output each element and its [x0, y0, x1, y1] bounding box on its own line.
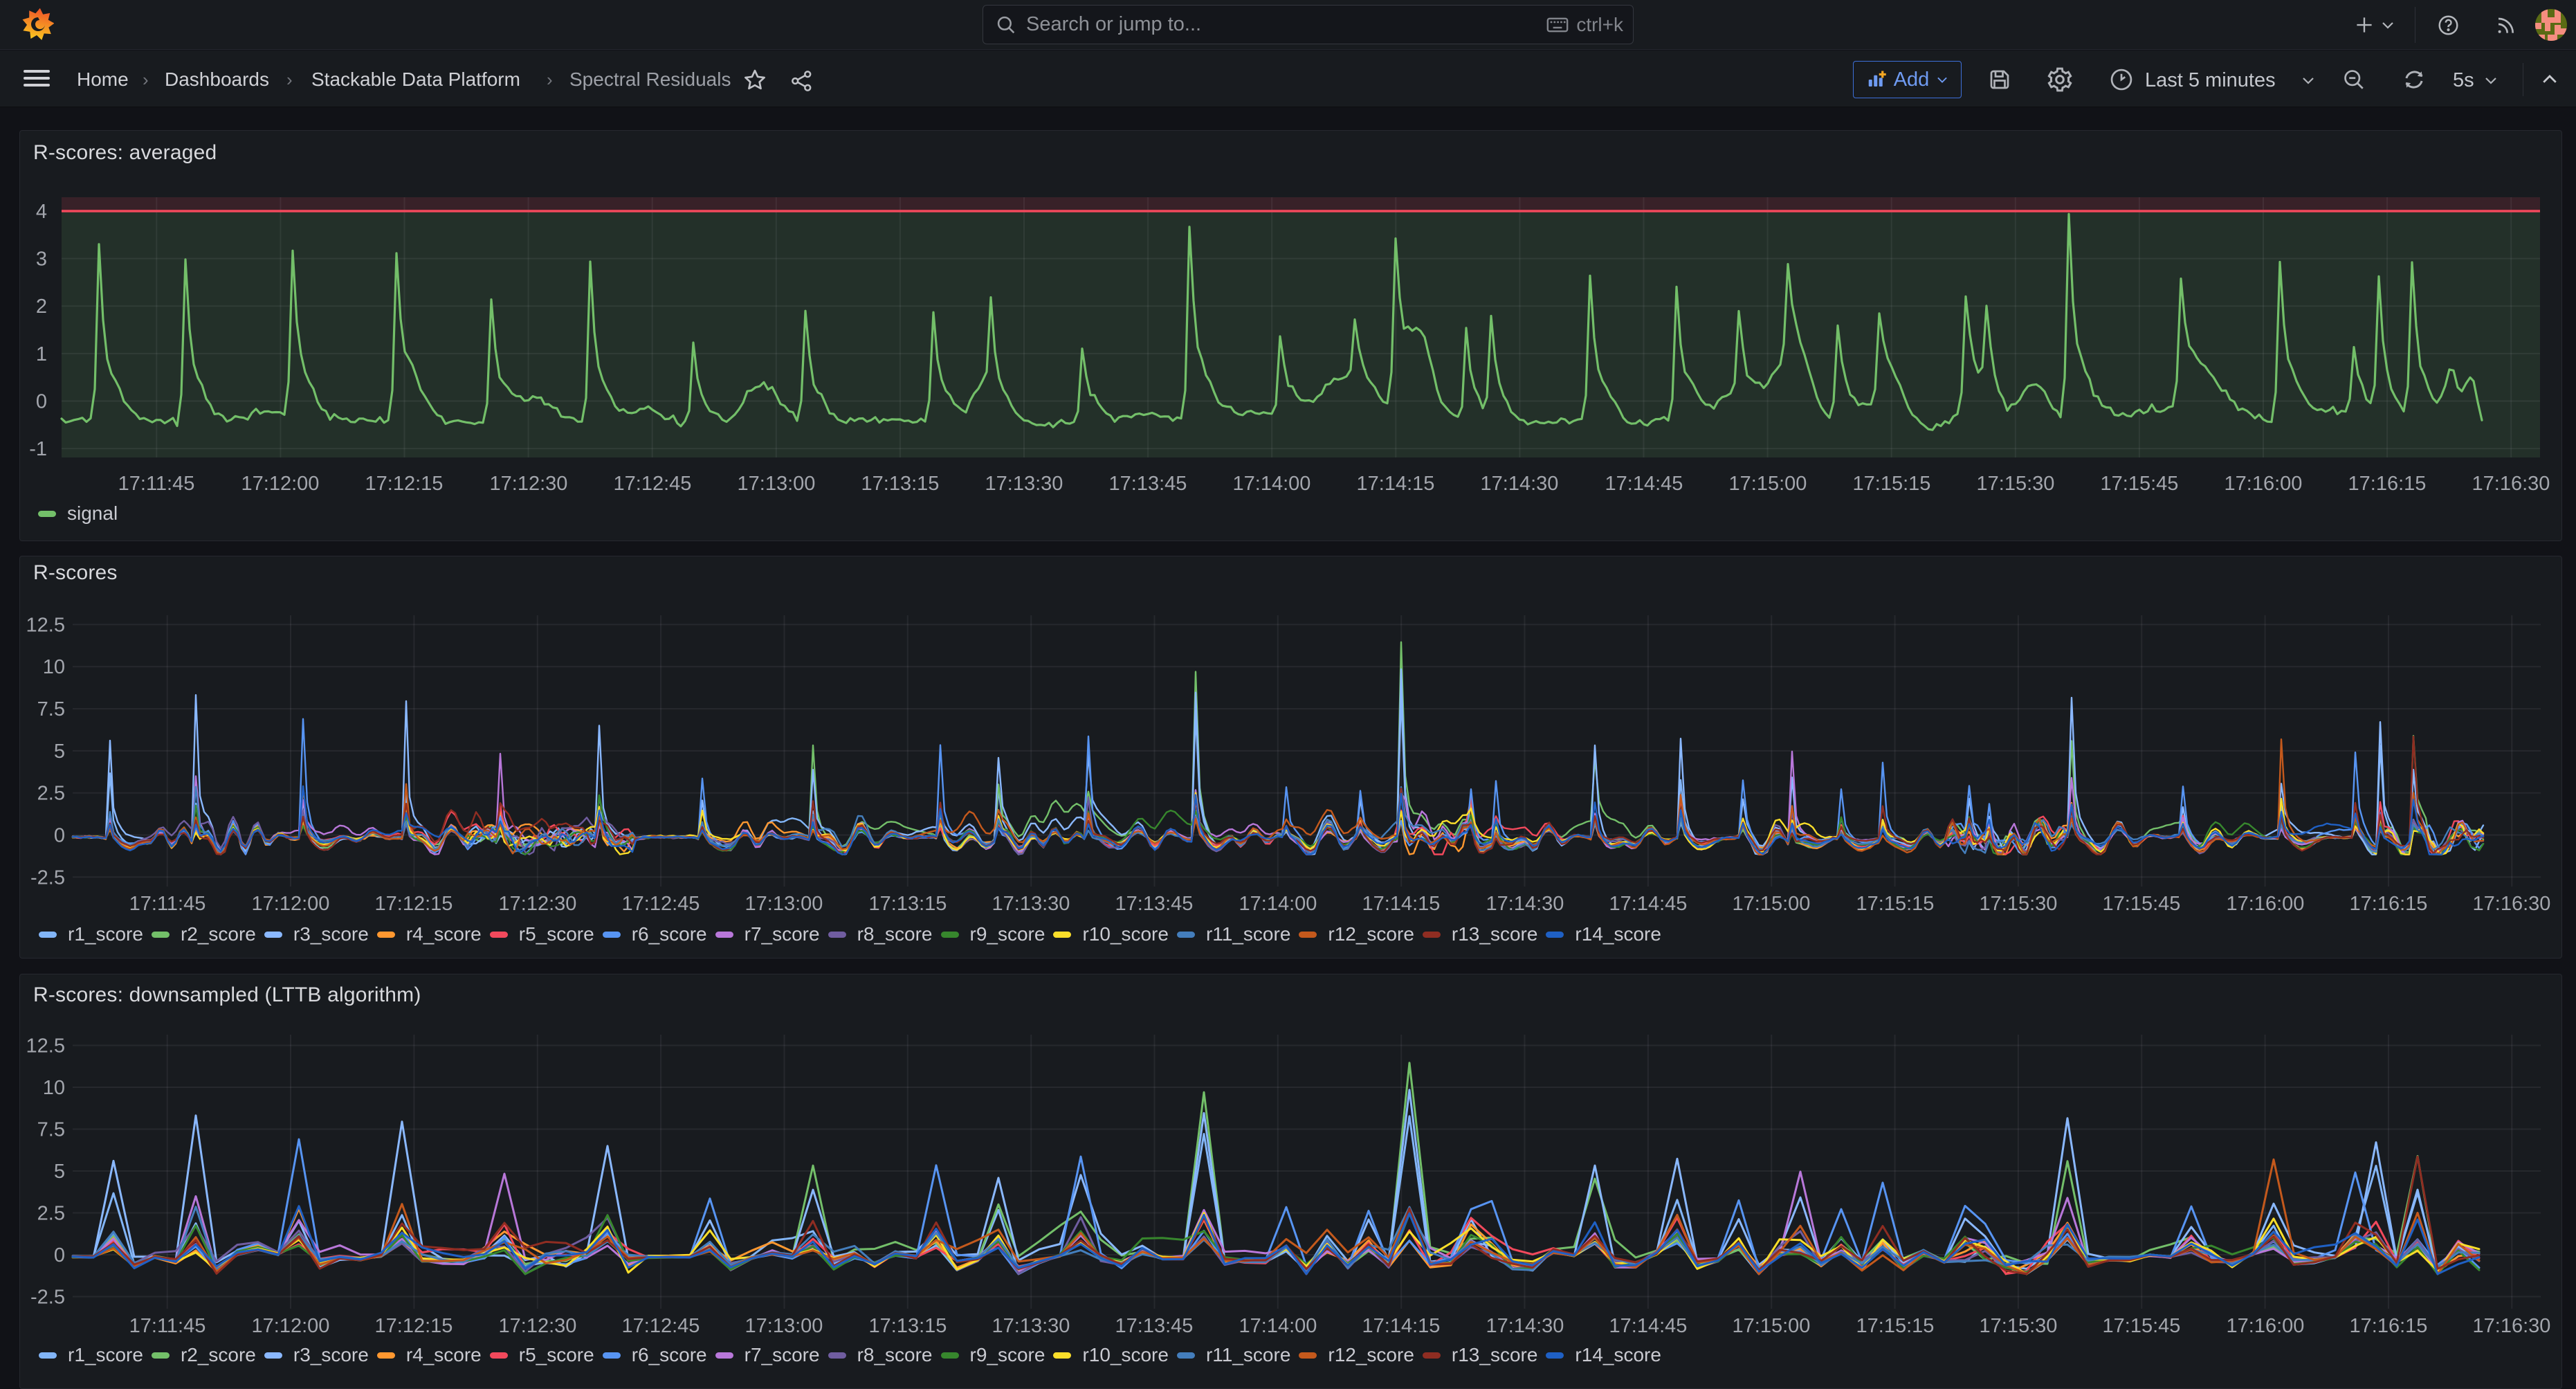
svg-text:4: 4: [36, 201, 47, 223]
svg-text:17:14:15: 17:14:15: [1362, 1315, 1441, 1337]
svg-text:5: 5: [54, 1161, 65, 1183]
svg-text:3: 3: [36, 248, 47, 271]
svg-text:17:13:45: 17:13:45: [1115, 1315, 1194, 1337]
svg-text:17:16:00: 17:16:00: [2225, 473, 2303, 495]
svg-text:17:14:45: 17:14:45: [1605, 473, 1683, 495]
svg-text:2.5: 2.5: [37, 783, 65, 805]
svg-text:17:13:30: 17:13:30: [992, 1315, 1070, 1337]
svg-text:2.5: 2.5: [37, 1203, 65, 1225]
svg-text:17:16:15: 17:16:15: [2348, 473, 2427, 495]
svg-text:17:12:45: 17:12:45: [614, 473, 692, 495]
svg-text:5: 5: [54, 741, 65, 763]
svg-text:17:15:00: 17:15:00: [1729, 473, 1807, 495]
svg-text:17:12:00: 17:12:00: [252, 893, 330, 915]
svg-text:17:15:15: 17:15:15: [1856, 893, 1935, 915]
svg-text:17:14:30: 17:14:30: [1486, 1315, 1564, 1337]
svg-text:17:12:00: 17:12:00: [252, 1315, 330, 1337]
svg-text:17:15:30: 17:15:30: [1977, 473, 2055, 495]
svg-text:17:12:15: 17:12:15: [365, 473, 444, 495]
svg-text:17:14:45: 17:14:45: [1609, 893, 1688, 915]
svg-text:17:11:45: 17:11:45: [129, 1315, 206, 1337]
svg-text:17:14:30: 17:14:30: [1486, 893, 1564, 915]
svg-text:17:13:15: 17:13:15: [869, 893, 947, 915]
svg-text:17:14:15: 17:14:15: [1357, 473, 1435, 495]
svg-text:17:16:00: 17:16:00: [2227, 893, 2305, 915]
svg-text:17:12:30: 17:12:30: [499, 1315, 577, 1337]
svg-text:17:15:15: 17:15:15: [1853, 473, 1931, 495]
svg-text:17:15:00: 17:15:00: [1733, 893, 1811, 915]
svg-text:17:16:15: 17:16:15: [2350, 893, 2428, 915]
svg-text:12.5: 12.5: [26, 1035, 65, 1057]
svg-text:17:13:15: 17:13:15: [869, 1315, 947, 1337]
svg-text:17:14:45: 17:14:45: [1609, 1315, 1688, 1337]
svg-text:0: 0: [54, 825, 65, 847]
svg-text:17:11:45: 17:11:45: [129, 893, 206, 915]
svg-text:17:16:30: 17:16:30: [2472, 473, 2550, 495]
svg-text:17:13:45: 17:13:45: [1115, 893, 1194, 915]
svg-text:0: 0: [36, 391, 47, 413]
svg-text:17:16:30: 17:16:30: [2473, 1315, 2551, 1337]
svg-text:17:16:00: 17:16:00: [2227, 1315, 2305, 1337]
svg-text:10: 10: [43, 656, 65, 678]
svg-text:17:14:00: 17:14:00: [1233, 473, 1311, 495]
svg-text:17:12:45: 17:12:45: [622, 1315, 700, 1337]
svg-text:17:11:45: 17:11:45: [118, 473, 195, 495]
svg-text:17:16:30: 17:16:30: [2473, 893, 2551, 915]
svg-text:17:13:00: 17:13:00: [738, 473, 816, 495]
svg-text:17:13:30: 17:13:30: [992, 893, 1070, 915]
svg-text:17:15:30: 17:15:30: [1980, 893, 2058, 915]
svg-text:12.5: 12.5: [26, 614, 65, 636]
svg-text:17:16:15: 17:16:15: [2350, 1315, 2428, 1337]
svg-text:17:14:00: 17:14:00: [1239, 1315, 1317, 1337]
svg-text:7.5: 7.5: [37, 698, 65, 720]
svg-text:17:14:00: 17:14:00: [1239, 893, 1317, 915]
svg-text:17:15:45: 17:15:45: [2103, 893, 2181, 915]
svg-text:17:12:15: 17:12:15: [375, 893, 453, 915]
svg-text:1: 1: [36, 343, 47, 365]
svg-text:-2.5: -2.5: [30, 1287, 65, 1309]
svg-text:17:15:45: 17:15:45: [2103, 1315, 2181, 1337]
svg-text:7.5: 7.5: [37, 1119, 65, 1141]
svg-text:17:14:30: 17:14:30: [1481, 473, 1559, 495]
svg-text:2: 2: [36, 296, 47, 318]
svg-text:17:12:45: 17:12:45: [622, 893, 700, 915]
svg-text:17:15:15: 17:15:15: [1856, 1315, 1935, 1337]
svg-text:-1: -1: [29, 438, 47, 460]
svg-text:0: 0: [54, 1244, 65, 1267]
svg-text:17:15:45: 17:15:45: [2101, 473, 2179, 495]
svg-text:17:13:15: 17:13:15: [861, 473, 940, 495]
svg-text:10: 10: [43, 1077, 65, 1099]
svg-text:17:13:00: 17:13:00: [745, 1315, 823, 1337]
svg-text:17:15:30: 17:15:30: [1980, 1315, 2058, 1337]
svg-text:17:13:30: 17:13:30: [985, 473, 1063, 495]
svg-text:17:14:15: 17:14:15: [1362, 893, 1441, 915]
svg-text:17:12:30: 17:12:30: [499, 893, 577, 915]
svg-text:17:13:00: 17:13:00: [745, 893, 823, 915]
svg-text:17:12:00: 17:12:00: [241, 473, 320, 495]
svg-text:17:15:00: 17:15:00: [1733, 1315, 1811, 1337]
svg-text:17:12:15: 17:12:15: [375, 1315, 453, 1337]
svg-text:-2.5: -2.5: [30, 866, 65, 889]
svg-text:17:13:45: 17:13:45: [1109, 473, 1187, 495]
svg-text:17:12:30: 17:12:30: [490, 473, 568, 495]
